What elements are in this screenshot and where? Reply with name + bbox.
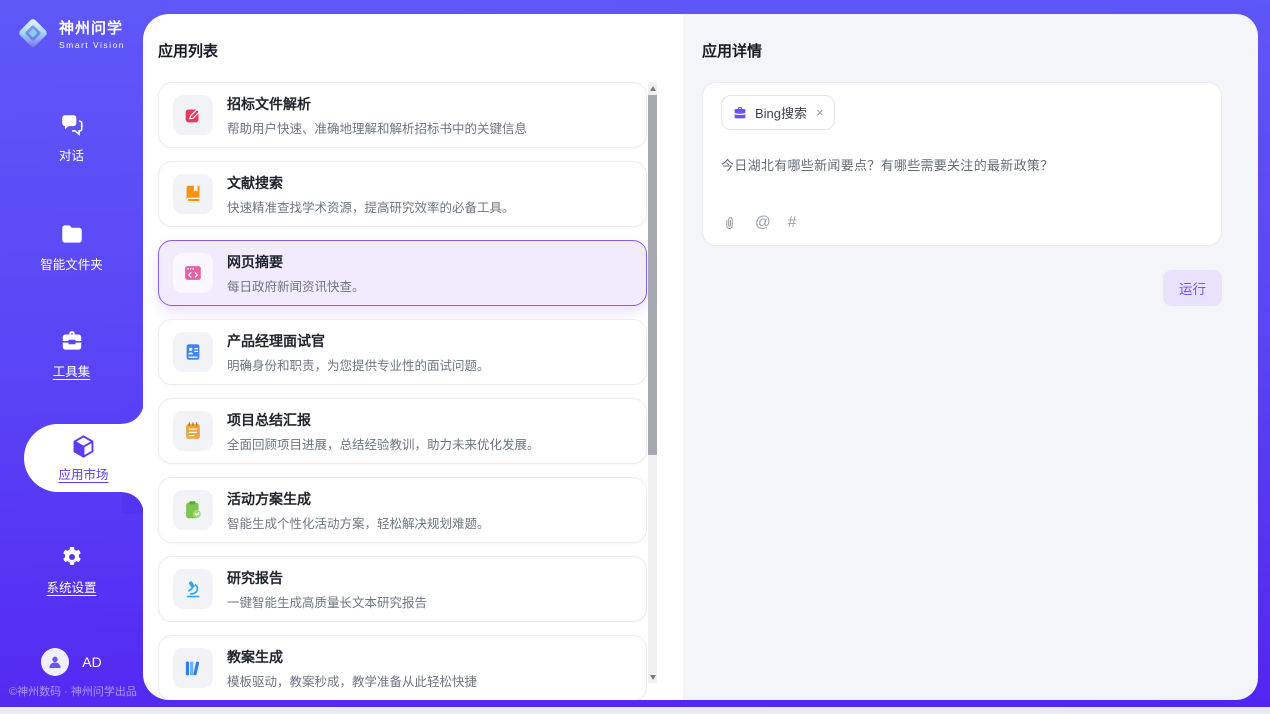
- brand-logo: 神州问学 Smart Vision: [15, 15, 125, 51]
- resume-icon: [182, 341, 204, 363]
- paperclip-icon[interactable]: [721, 215, 738, 232]
- brand-name: 神州问学: [59, 17, 125, 38]
- app-card-project-summary[interactable]: 项目总结汇报 全面回顾项目进展，总结经验教训，助力未来优化发展。: [158, 398, 647, 464]
- sidebar: 神州问学 Smart Vision 对话 智能文件夹 工具集: [0, 0, 143, 707]
- blob-curve-top: [122, 402, 144, 424]
- app-name: 网页摘要: [227, 252, 365, 272]
- user-name: AD: [82, 654, 101, 670]
- app-description: 模板驱动，教案秒成，教学准备从此轻松快捷: [227, 671, 477, 690]
- prompt-card: Bing搜索 × 今日湖北有哪些新闻要点？有哪些需要关注的最新政策？ @ #: [702, 82, 1222, 246]
- app-icon-box: [173, 648, 213, 688]
- user-profile[interactable]: AD: [0, 648, 143, 676]
- app-icon-box: [173, 253, 213, 293]
- sidebar-item-label: 应用市场: [58, 464, 108, 483]
- books-icon: [182, 657, 204, 679]
- app-name: 项目总结汇报: [227, 410, 540, 430]
- main-content: 应用列表 招标文件解析 帮助用户快速、准确地理解和解析招标书中的关键信息: [143, 14, 1258, 700]
- chat-icon: [59, 112, 85, 138]
- app-list-title: 应用列表: [158, 40, 218, 61]
- edit-document-icon: [182, 104, 204, 126]
- mention-at-icon[interactable]: @: [755, 214, 771, 232]
- toolbox-icon: [59, 328, 85, 354]
- app-card-literature-search[interactable]: 文献搜索 快速精准查找学术资源，提高研究效率的必备工具。: [158, 161, 647, 227]
- app-description: 帮助用户快速、准确地理解和解析招标书中的关键信息: [227, 118, 527, 137]
- browser-code-icon: [182, 262, 204, 284]
- blob-curve-bottom: [122, 492, 144, 514]
- tool-chip-bing-search[interactable]: Bing搜索 ×: [721, 95, 835, 130]
- app-name: 活动方案生成: [227, 489, 490, 509]
- app-description: 一键智能生成高质量长文本研究报告: [227, 592, 427, 611]
- sidebar-item-toolset[interactable]: 工具集: [0, 328, 143, 380]
- chip-close-icon[interactable]: ×: [816, 106, 824, 119]
- microscope-icon: [182, 578, 204, 600]
- app-name: 研究报告: [227, 568, 427, 588]
- attachment-toolbar: @ #: [721, 214, 796, 232]
- app-description: 每日政府新闻资讯快查。: [227, 276, 365, 295]
- app-description: 明确身份和职责，为您提供专业性的面试问题。: [227, 355, 490, 374]
- app-detail-title: 应用详情: [702, 40, 762, 61]
- app-description: 快速精准查找学术资源，提高研究效率的必备工具。: [227, 197, 515, 216]
- clipboard-check-icon: [182, 499, 204, 521]
- sidebar-item-chat[interactable]: 对话: [0, 112, 143, 164]
- prompt-text[interactable]: 今日湖北有哪些新闻要点？有哪些需要关注的最新政策？: [721, 155, 1203, 174]
- diamond-logo-icon: [15, 15, 51, 51]
- sidebar-item-app-market[interactable]: 应用市场: [24, 424, 143, 492]
- gear-icon: [59, 544, 85, 570]
- app-list-panel: 应用列表 招标文件解析 帮助用户快速、准确地理解和解析招标书中的关键信息: [143, 14, 683, 700]
- app-description: 智能生成个性化活动方案，轻松解决规划难题。: [227, 513, 490, 532]
- app-list: 招标文件解析 帮助用户快速、准确地理解和解析招标书中的关键信息 文献搜索: [158, 82, 647, 700]
- app-list-scrollbar[interactable]: [648, 82, 657, 683]
- run-button[interactable]: 运行: [1163, 270, 1222, 306]
- app-name: 产品经理面试官: [227, 331, 490, 351]
- sidebar-item-settings[interactable]: 系统设置: [0, 544, 143, 596]
- sidebar-item-label: 对话: [59, 145, 84, 164]
- sidebar-item-label: 系统设置: [46, 577, 96, 596]
- app-description: 全面回顾项目进展，总结经验教训，助力未来优化发展。: [227, 434, 540, 453]
- app-card-web-summary[interactable]: 网页摘要 每日政府新闻资讯快查。: [158, 240, 647, 306]
- app-icon-box: [173, 174, 213, 214]
- book-icon: [182, 183, 204, 205]
- app-icon-box: [173, 490, 213, 530]
- scroll-down-arrow-icon[interactable]: [648, 671, 657, 683]
- avatar: [41, 648, 69, 676]
- app-detail-panel: 应用详情 Bing搜索 × 今日湖北有哪些新闻要点？有哪些需要关注的最新政策？ …: [683, 14, 1258, 700]
- notepad-icon: [182, 420, 204, 442]
- app-name: 文献搜索: [227, 173, 515, 193]
- app-icon-box: [173, 95, 213, 135]
- app-icon-box: [173, 411, 213, 451]
- app-card-bid-document-parsing[interactable]: 招标文件解析 帮助用户快速、准确地理解和解析招标书中的关键信息: [158, 82, 647, 148]
- app-card-lesson-plan-generator[interactable]: 教案生成 模板驱动，教案秒成，教学准备从此轻松快捷: [158, 635, 647, 700]
- app-name: 招标文件解析: [227, 94, 527, 114]
- app-icon-box: [173, 569, 213, 609]
- copyright-text: ©神州数码 · 神州问学出品: [9, 683, 137, 699]
- app-card-event-plan-generator[interactable]: 活动方案生成 智能生成个性化活动方案，轻松解决规划难题。: [158, 477, 647, 543]
- app-background: 神州问学 Smart Vision 对话 智能文件夹 工具集: [0, 0, 1270, 707]
- sidebar-item-smart-folder[interactable]: 智能文件夹: [0, 221, 143, 273]
- scroll-up-arrow-icon[interactable]: [648, 82, 657, 94]
- app-icon-box: [173, 332, 213, 372]
- cube-icon: [70, 433, 97, 460]
- app-name: 教案生成: [227, 647, 477, 667]
- scrollbar-thumb[interactable]: [648, 95, 657, 455]
- app-card-research-report[interactable]: 研究报告 一键智能生成高质量长文本研究报告: [158, 556, 647, 622]
- folder-icon: [59, 221, 85, 247]
- brand-subtitle: Smart Vision: [59, 40, 125, 50]
- person-icon: [46, 653, 64, 671]
- hash-tag-icon[interactable]: #: [788, 214, 797, 232]
- sidebar-item-label: 工具集: [53, 361, 91, 380]
- tool-chip-label: Bing搜索: [755, 103, 807, 122]
- app-card-pm-interviewer[interactable]: 产品经理面试官 明确身份和职责，为您提供专业性的面试问题。: [158, 319, 647, 385]
- sidebar-item-label: 智能文件夹: [40, 254, 103, 273]
- briefcase-icon: [732, 105, 748, 121]
